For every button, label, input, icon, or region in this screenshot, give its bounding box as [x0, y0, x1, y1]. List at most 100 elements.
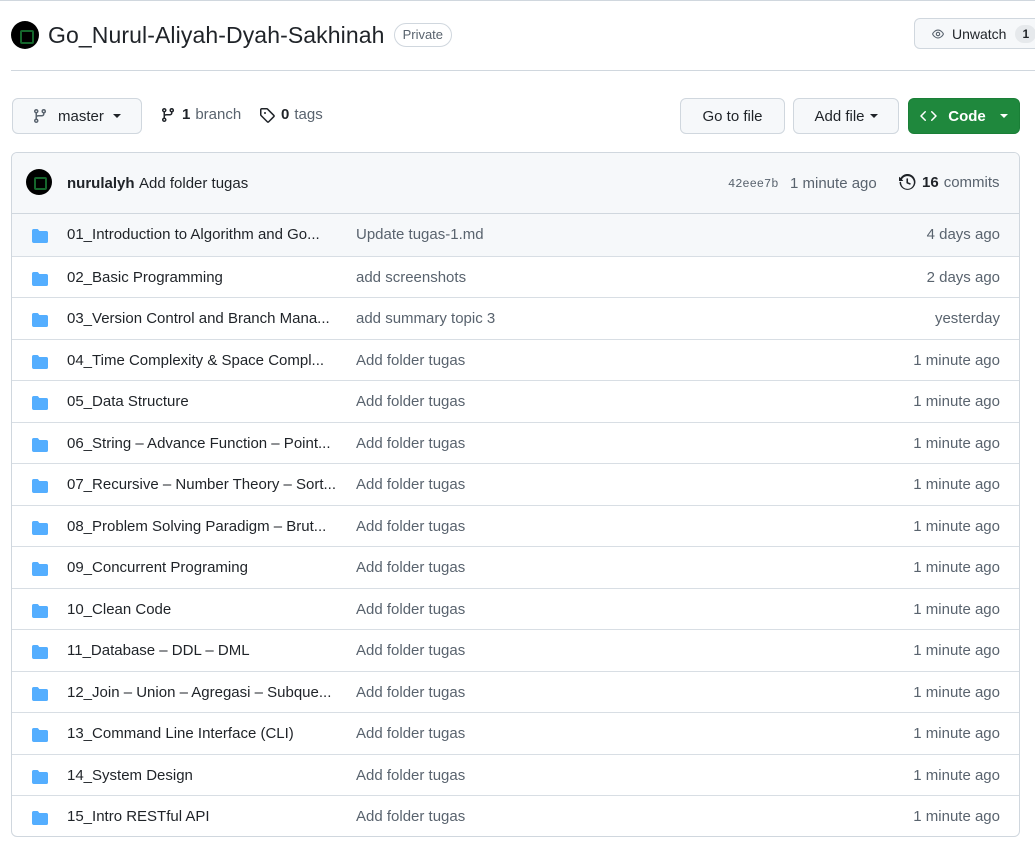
header-divider	[11, 70, 1035, 71]
commit-message-link[interactable]: Add folder tugas	[356, 767, 465, 784]
commit-time: 4 days ago	[926, 226, 1000, 243]
folder-name-link[interactable]: 09_Concurrent Programing	[67, 559, 342, 576]
folder-icon	[31, 727, 49, 742]
commit-message-link[interactable]: Add folder tugas	[139, 175, 248, 192]
commit-time: 1 minute ago	[913, 434, 1000, 452]
eye-icon	[932, 29, 944, 38]
top-divider	[0, 0, 1035, 1]
chevron-down-icon	[112, 114, 121, 118]
file-row[interactable]: 04_Time Complexity & Space Compl... Add f…	[12, 338, 1019, 381]
commit-message-link[interactable]: Add folder tugas	[356, 352, 465, 369]
commit-message-link[interactable]: Add folder tugas	[356, 518, 465, 535]
file-row[interactable]: 15_Intro RESTful API Add folder tugas 1 mi…	[12, 795, 1019, 836]
file-row[interactable]: 11_Database – DDL – DML Add folder tugas 1…	[12, 629, 1019, 671]
branch-name: master	[58, 107, 104, 125]
commit-time: 1 minute ago	[913, 600, 1000, 618]
commit-message-link[interactable]: Add folder tugas	[356, 601, 465, 618]
tag-count: 0	[281, 106, 290, 123]
commit-message-link[interactable]: Add folder tugas	[356, 559, 465, 576]
commit-sha-link[interactable]: 42eee7b	[728, 177, 778, 191]
file-row[interactable]: 12_Join – Union – Agregasi – Subque... Ad…	[12, 670, 1019, 713]
add-file-label: Add file	[814, 107, 865, 125]
commit-message-link[interactable]: Add folder tugas	[356, 393, 465, 410]
commit-time: 1 minute ago	[913, 642, 1000, 659]
file-row[interactable]: 08_Problem Solving Paradigm – Brut... Add…	[12, 504, 1019, 547]
folder-name-link[interactable]: 15_Intro RESTful API	[67, 808, 342, 825]
file-row[interactable]: 10_Clean Code Add folder tugas 1 minute ag…	[12, 587, 1019, 630]
commit-time: yesterday	[934, 310, 1000, 327]
file-browser: nurulalyh Add folder tugas 42eee7b 1 min…	[11, 152, 1020, 837]
folder-name-link[interactable]: 03_Version Control and Branch Mana...	[67, 310, 342, 327]
tag-label: tags	[294, 106, 323, 123]
folder-name-link[interactable]: 06_String – Advance Function – Point...	[67, 435, 342, 452]
commit-time: 1 minute ago	[913, 476, 1000, 493]
code-button[interactable]: Code	[908, 98, 1020, 134]
unwatch-button[interactable]: Unwatch 1	[914, 18, 1035, 49]
code-icon	[920, 111, 937, 121]
folder-icon	[31, 478, 49, 493]
folder-icon	[31, 437, 49, 452]
folder-icon	[31, 312, 49, 327]
folder-icon	[31, 354, 49, 369]
file-row[interactable]: 02_Basic Programming add screenshots 2 day…	[12, 255, 1019, 298]
commit-message-link[interactable]: Add folder tugas	[356, 476, 465, 493]
tag-icon	[260, 107, 275, 123]
commit-message-link[interactable]: Add folder tugas	[356, 435, 465, 452]
commit-message-link[interactable]: Add folder tugas	[356, 684, 465, 701]
file-row[interactable]: 09_Concurrent Programing Add folder tugas…	[12, 546, 1019, 588]
folder-name-link[interactable]: 12_Join – Union – Agregasi – Subque...	[67, 684, 342, 701]
folder-name-link[interactable]: 10_Clean Code	[67, 601, 342, 618]
commit-time: 2 days ago	[926, 268, 1000, 286]
commit-message-link[interactable]: Update tugas-1.md	[356, 226, 484, 243]
commit-time: 1 minute ago	[790, 175, 877, 192]
commit-time: 1 minute ago	[913, 393, 1000, 410]
visibility-badge: Private	[393, 23, 453, 47]
add-file-button[interactable]: Add file	[793, 98, 899, 134]
commit-count-label: commits	[943, 174, 1000, 191]
commit-author-avatar[interactable]	[26, 169, 52, 195]
folder-icon	[31, 561, 49, 576]
folder-name-link[interactable]: 11_Database – DDL – DML	[67, 642, 342, 659]
file-row[interactable]: 07_Recursive – Number Theory – Sort... Ad…	[12, 463, 1019, 505]
folder-icon	[31, 810, 49, 825]
folder-name-link[interactable]: 13_Command Line Interface (CLI)	[67, 725, 342, 742]
folder-icon	[31, 644, 49, 659]
go-to-file-button[interactable]: Go to file	[680, 98, 785, 134]
folder-name-link[interactable]: 14_System Design	[67, 767, 342, 784]
tags-link[interactable]: 0 tags	[259, 106, 323, 123]
file-row[interactable]: 03_Version Control and Branch Mana... add…	[12, 297, 1019, 339]
git-branch-icon	[34, 108, 46, 124]
commit-message-link[interactable]: add summary topic 3	[356, 310, 495, 327]
commits-history-link[interactable]: 16 commits	[899, 174, 1000, 191]
unwatch-label: Unwatch	[952, 25, 1007, 42]
commit-time: 1 minute ago	[913, 683, 1000, 701]
commit-message-link[interactable]: add screenshots	[356, 269, 466, 286]
repo-name-link[interactable]: Go_Nurul-Aliyah-Dyah-Sakhinah	[48, 22, 385, 49]
commit-time: 1 minute ago	[913, 725, 1000, 742]
folder-name-link[interactable]: 07_Recursive – Number Theory – Sort...	[67, 476, 342, 493]
commit-message-link[interactable]: Add folder tugas	[356, 642, 465, 659]
commit-message-link[interactable]: Add folder tugas	[356, 725, 465, 742]
folder-name-link[interactable]: 04_Time Complexity & Space Compl...	[67, 352, 342, 369]
folder-icon	[31, 686, 49, 701]
file-row[interactable]: 14_System Design Add folder tugas 1 minute…	[12, 753, 1019, 796]
folder-name-link[interactable]: 05_Data Structure	[67, 393, 342, 410]
file-row[interactable]: 06_String – Advance Function – Point... A…	[12, 421, 1019, 464]
commit-message-link[interactable]: Add folder tugas	[356, 808, 465, 825]
owner-avatar[interactable]	[11, 21, 39, 49]
folder-name-link[interactable]: 08_Problem Solving Paradigm – Brut...	[67, 518, 342, 535]
folder-name-link[interactable]: 02_Basic Programming	[67, 269, 342, 286]
commit-time: 1 minute ago	[913, 808, 1000, 825]
history-icon	[899, 174, 916, 190]
folder-name-link[interactable]: 01_Introduction to Algorithm and Go...	[67, 226, 342, 243]
file-row[interactable]: 05_Data Structure Add folder tugas 1 minut…	[12, 380, 1019, 422]
folder-icon	[31, 520, 49, 535]
file-row[interactable]: 13_Command Line Interface (CLI) Add folde…	[12, 712, 1019, 754]
branches-link[interactable]: 1 branch	[160, 106, 241, 123]
file-row[interactable]: 01_Introduction to Algorithm and Go... Up…	[12, 214, 1019, 256]
folder-icon	[31, 395, 49, 410]
branch-select-button[interactable]: master	[12, 98, 142, 134]
commit-time: 1 minute ago	[913, 766, 1000, 784]
commit-author-link[interactable]: nurulalyh	[67, 175, 135, 192]
commit-count: 16	[922, 174, 939, 191]
